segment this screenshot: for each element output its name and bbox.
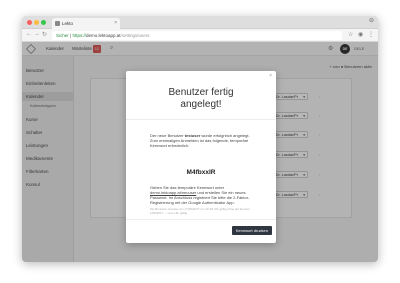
instructions-text: Geben Sie das temporäre Kennwort unter d… <box>150 185 256 205</box>
secure-label: Sicher <box>56 33 69 38</box>
minimize-window-icon[interactable] <box>34 20 39 25</box>
print-password-button[interactable]: Kennwort drucken <box>231 226 272 235</box>
close-icon[interactable]: × <box>269 73 272 79</box>
forward-icon[interactable]: → <box>34 31 40 37</box>
user-created-dialog: × Benutzer fertig angelegt! Der neue Ben… <box>126 71 276 243</box>
url-protocol: https:// <box>72 33 86 38</box>
url-field[interactable]: Sicher | https://demo.lektoapp.at/settin… <box>52 31 342 40</box>
temporary-password: M4fbxxIR <box>186 169 216 176</box>
reload-icon[interactable]: ↻ <box>42 31 47 38</box>
divider <box>126 119 276 120</box>
dialog-title-line1: Benutzer fertig <box>168 87 234 98</box>
tab-title: Lekto <box>62 21 74 26</box>
favicon-icon <box>55 21 60 26</box>
dialog-title: Benutzer fertig angelegt! <box>126 87 276 111</box>
extension-icon[interactable]: ◉ <box>358 31 363 38</box>
divider <box>126 219 276 220</box>
back-icon[interactable]: ← <box>26 31 32 37</box>
intro-text: Der neue Benutzer testuser wurde erfolgr… <box>150 133 256 148</box>
close-window-icon[interactable] <box>27 20 32 25</box>
profile-icon[interactable]: ⊖ <box>369 17 374 24</box>
address-bar: ← → ↻ Sicher | https://demo.lektoapp.at/… <box>22 29 378 42</box>
validity-note: Sie Benutzer testuser am 17/06/2017 um 1… <box>150 207 250 215</box>
browser-window: Lekto × ⊖ ← → ↻ Sicher | https://demo.le… <box>22 16 378 262</box>
browser-tab[interactable]: Lekto × <box>52 18 120 29</box>
dialog-title-line2: angelegt! <box>180 99 222 110</box>
url-path: /settings/users <box>120 33 150 38</box>
tab-close-icon[interactable]: × <box>114 18 117 29</box>
maximize-window-icon[interactable] <box>41 20 46 25</box>
app: Kalender Warteliste 12 ⌕ ⚙ DE DELE Benutz… <box>22 42 378 262</box>
menu-icon[interactable]: ⋮ <box>368 31 374 38</box>
tab-bar: Lekto × ⊖ <box>22 16 378 29</box>
bookmark-star-icon[interactable]: ☆ <box>348 31 353 38</box>
url-host: demo.lektoapp.at <box>85 33 121 38</box>
